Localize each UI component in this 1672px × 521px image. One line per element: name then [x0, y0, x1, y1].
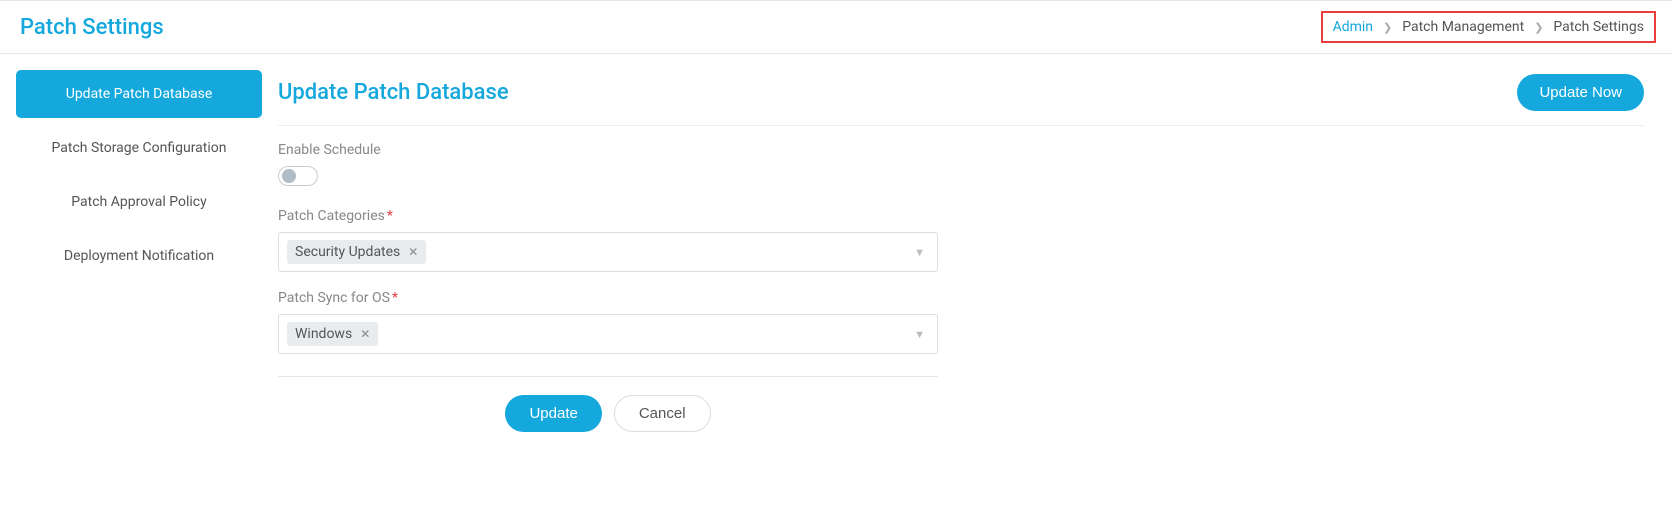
- patch-sync-os-label-text: Patch Sync for OS: [278, 290, 390, 306]
- close-icon[interactable]: ✕: [360, 327, 370, 341]
- field-patch-categories: Patch Categories* Security Updates ✕ ▼: [278, 208, 938, 272]
- chevron-right-icon: ❯: [1534, 21, 1543, 34]
- chip-windows: Windows ✕: [287, 322, 378, 346]
- chip-label: Security Updates: [295, 244, 400, 260]
- required-asterisk: *: [387, 208, 393, 224]
- main-content: Update Patch Database Update Now Enable …: [262, 70, 1656, 432]
- patch-sync-os-select[interactable]: Windows ✕ ▼: [278, 314, 938, 354]
- patch-categories-select[interactable]: Security Updates ✕ ▼: [278, 232, 938, 272]
- chevron-down-icon: ▼: [914, 328, 929, 341]
- enable-schedule-label: Enable Schedule: [278, 142, 938, 158]
- breadcrumb-item-admin[interactable]: Admin: [1333, 19, 1373, 35]
- form-actions: Update Cancel: [278, 395, 938, 432]
- page-header: Patch Settings Admin ❯ Patch Management …: [0, 0, 1672, 54]
- patch-categories-label: Patch Categories*: [278, 208, 938, 224]
- breadcrumb-item-patch-settings: Patch Settings: [1553, 19, 1644, 35]
- sidebar-item-patch-approval-policy[interactable]: Patch Approval Policy: [16, 178, 262, 226]
- page-title: Patch Settings: [20, 15, 164, 40]
- chevron-right-icon: ❯: [1383, 21, 1392, 34]
- form: Enable Schedule Patch Categories* Securi…: [278, 126, 938, 432]
- required-asterisk: *: [392, 290, 398, 306]
- field-patch-sync-os: Patch Sync for OS* Windows ✕ ▼: [278, 290, 938, 354]
- field-enable-schedule: Enable Schedule: [278, 142, 938, 190]
- chip-security-updates: Security Updates ✕: [287, 240, 426, 264]
- divider: [278, 376, 938, 377]
- content-title: Update Patch Database: [278, 80, 509, 105]
- close-icon[interactable]: ✕: [408, 245, 418, 259]
- breadcrumb: Admin ❯ Patch Management ❯ Patch Setting…: [1321, 11, 1656, 43]
- patch-sync-os-label: Patch Sync for OS*: [278, 290, 938, 306]
- breadcrumb-item-patch-management[interactable]: Patch Management: [1402, 19, 1524, 35]
- sidebar: Update Patch Database Patch Storage Conf…: [16, 70, 262, 432]
- chip-label: Windows: [295, 326, 352, 342]
- content-header: Update Patch Database Update Now: [278, 74, 1644, 126]
- patch-categories-label-text: Patch Categories: [278, 208, 385, 224]
- sidebar-item-deployment-notification[interactable]: Deployment Notification: [16, 232, 262, 280]
- update-button[interactable]: Update: [505, 395, 601, 432]
- body: Update Patch Database Patch Storage Conf…: [0, 54, 1672, 448]
- chevron-down-icon: ▼: [914, 246, 929, 259]
- update-now-button[interactable]: Update Now: [1517, 74, 1644, 111]
- sidebar-item-patch-storage-configuration[interactable]: Patch Storage Configuration: [16, 124, 262, 172]
- enable-schedule-toggle[interactable]: [278, 166, 318, 186]
- cancel-button[interactable]: Cancel: [614, 395, 711, 432]
- sidebar-item-update-patch-database[interactable]: Update Patch Database: [16, 70, 262, 118]
